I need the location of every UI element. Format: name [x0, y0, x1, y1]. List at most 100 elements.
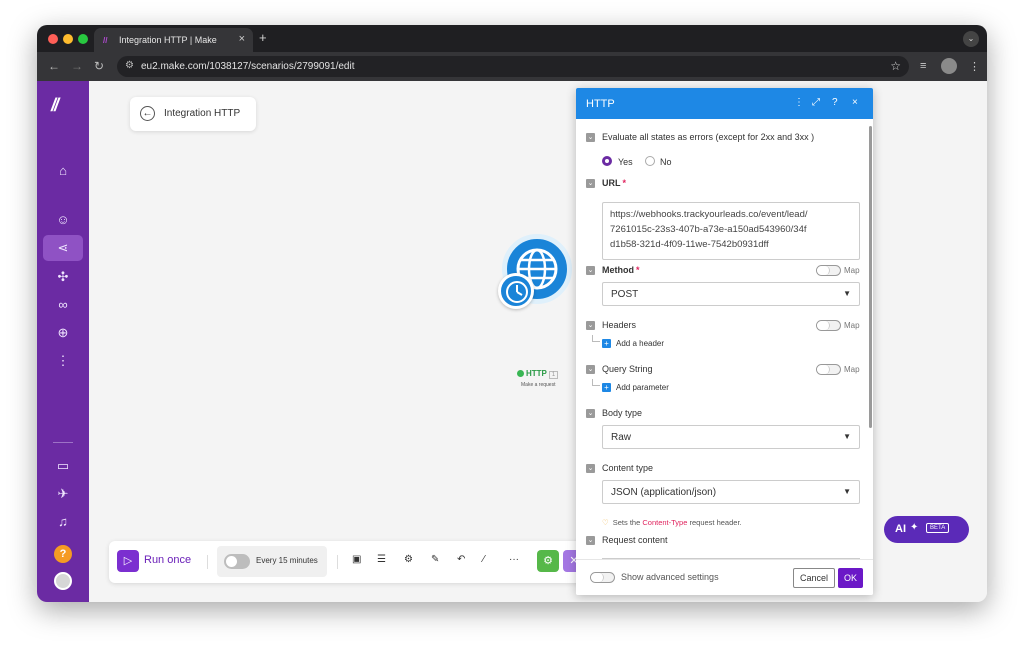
- content-type-collapse-icon[interactable]: ⌄: [586, 464, 595, 473]
- profile-avatar[interactable]: [941, 58, 957, 74]
- beta-badge: BETA: [926, 523, 950, 533]
- add-header-icon[interactable]: +: [602, 339, 611, 348]
- new-tab-button[interactable]: +: [259, 30, 267, 45]
- schedule-control[interactable]: Every 15 minutes: [217, 546, 327, 577]
- advanced-settings-label: Show advanced settings: [621, 572, 719, 582]
- team-icon[interactable]: ☺: [43, 207, 83, 233]
- evaluate-errors-label: Evaluate all states as errors (except fo…: [602, 132, 815, 142]
- url-input[interactable]: https://webhooks.trackyourleads.co/event…: [602, 202, 860, 260]
- minimize-window-button[interactable]: [63, 34, 73, 44]
- auto-align-icon[interactable]: ⁄: [483, 554, 485, 565]
- add-parameter-button[interactable]: Add parameter: [616, 383, 669, 392]
- close-panel-icon[interactable]: ×: [852, 97, 858, 108]
- browser-menu-icon[interactable]: ⋮: [969, 60, 980, 73]
- docs-icon[interactable]: ▭: [43, 453, 83, 479]
- maximize-window-button[interactable]: [78, 34, 88, 44]
- method-collapse-icon[interactable]: ⌄: [586, 266, 595, 275]
- panel-menu-icon[interactable]: ⋮: [794, 97, 804, 108]
- module-subtitle: Make a request: [521, 382, 556, 388]
- headers-map-toggle[interactable]: [816, 320, 841, 331]
- expand-icon[interactable]: ⤢: [812, 97, 820, 108]
- headers-collapse-icon[interactable]: ⌄: [586, 321, 595, 330]
- back-arrow-icon[interactable]: ←: [140, 106, 155, 121]
- http-settings-panel: HTTP ⋮ ⤢ ? × ⌄ Evaluate all states as er…: [576, 88, 873, 595]
- content-type-select[interactable]: JSON (application/json) ▼: [602, 480, 860, 504]
- site-settings-icon[interactable]: ⚙: [125, 60, 134, 71]
- save-icon[interactable]: ▣: [352, 554, 361, 565]
- bookmark-star-icon[interactable]: ☆: [890, 59, 901, 73]
- make-favicon-icon: //: [103, 36, 108, 45]
- no-radio[interactable]: [645, 156, 655, 166]
- query-map-label: Map: [844, 365, 860, 374]
- reading-list-icon[interactable]: ≡: [920, 60, 926, 72]
- ai-assistant-button[interactable]: AI ✦ BETA: [884, 516, 969, 543]
- module-name: HTTP: [526, 369, 547, 378]
- clock-icon: [506, 281, 528, 303]
- webhooks-icon[interactable]: ⊕: [43, 320, 83, 346]
- help-button[interactable]: ?: [54, 545, 72, 563]
- tab-search-icon[interactable]: ⌄: [963, 31, 979, 47]
- url-field[interactable]: ⚙ eu2.make.com/1038127/scenarios/2799091…: [117, 56, 909, 77]
- headers-map-label: Map: [844, 321, 860, 330]
- evaluate-collapse-icon[interactable]: ⌄: [586, 133, 595, 142]
- panel-scrollbar[interactable]: [869, 126, 872, 428]
- browser-tab[interactable]: // Integration HTTP | Make ×: [94, 28, 253, 52]
- toolbar-divider: [207, 555, 208, 569]
- add-header-button[interactable]: Add a header: [616, 339, 664, 348]
- sidebar-divider: [53, 442, 73, 443]
- more-options-icon[interactable]: ···: [509, 554, 519, 565]
- method-map-toggle[interactable]: [816, 265, 841, 276]
- back-icon[interactable]: ←: [48, 59, 60, 73]
- yes-radio[interactable]: [602, 156, 612, 166]
- user-avatar[interactable]: [54, 572, 72, 590]
- module-status-icon: [517, 370, 524, 377]
- url-line: d1b58-321d-4f09-11we-7542b0931dff: [610, 239, 769, 250]
- run-once-label[interactable]: Run once: [144, 554, 191, 566]
- notes-table-icon[interactable]: ☰: [377, 554, 386, 565]
- request-content-collapse-icon[interactable]: ⌄: [586, 536, 595, 545]
- schedule-clock-icon[interactable]: [498, 273, 534, 309]
- tools-button[interactable]: ⚙: [537, 550, 559, 572]
- run-once-button[interactable]: ▷: [117, 550, 139, 572]
- settings-gear-icon[interactable]: ⚙: [404, 554, 413, 565]
- address-bar: ← → ↻ ⚙ eu2.make.com/1038127/scenarios/2…: [37, 52, 987, 81]
- connections-icon[interactable]: ∞: [43, 292, 83, 318]
- home-icon[interactable]: ⌂: [43, 158, 83, 184]
- note-icon[interactable]: ✎: [431, 554, 439, 565]
- browser-titlebar: // Integration HTTP | Make × + ⌄: [37, 25, 987, 52]
- no-label: No: [660, 157, 672, 167]
- ok-button[interactable]: OK: [838, 568, 863, 588]
- close-window-button[interactable]: [48, 34, 58, 44]
- make-logo[interactable]: //: [51, 95, 59, 116]
- method-select[interactable]: POST ▼: [602, 282, 860, 306]
- forward-icon[interactable]: →: [71, 59, 83, 73]
- sparkle-icon: ✦: [910, 522, 919, 533]
- launch-icon[interactable]: ✈: [43, 481, 83, 507]
- add-parameter-icon[interactable]: +: [602, 383, 611, 392]
- scenarios-icon[interactable]: ⋖: [43, 235, 83, 261]
- method-label: Method *: [602, 265, 640, 275]
- request-content-label: Request content: [602, 535, 668, 545]
- url-text: eu2.make.com/1038127/scenarios/2799091/e…: [141, 61, 355, 72]
- undo-icon[interactable]: ↶: [457, 554, 465, 565]
- query-map-toggle[interactable]: [816, 364, 841, 375]
- more-icon[interactable]: ⋮: [43, 348, 83, 374]
- scenario-toolbar: ▷ Run once Every 15 minutes ▣ ☰ ⚙ ✎ ↶ ⁄ …: [109, 541, 593, 583]
- close-tab-icon[interactable]: ×: [239, 33, 245, 45]
- body-type-collapse-icon[interactable]: ⌄: [586, 409, 595, 418]
- query-collapse-icon[interactable]: ⌄: [586, 365, 595, 374]
- apps-icon[interactable]: ✣: [43, 264, 83, 290]
- advanced-settings-toggle[interactable]: [590, 572, 615, 583]
- cancel-button[interactable]: Cancel: [793, 568, 835, 588]
- body-type-select[interactable]: Raw ▼: [602, 425, 860, 449]
- reload-icon[interactable]: ↻: [94, 59, 104, 73]
- help-icon[interactable]: ?: [832, 97, 838, 108]
- url-line: https://webhooks.trackyourleads.co/event…: [610, 209, 808, 220]
- scenario-canvas[interactable]: ← Integration HTTP HTTP1 Make a request: [89, 81, 987, 602]
- url-collapse-icon[interactable]: ⌄: [586, 179, 595, 188]
- content-type-hint: ♡ Sets the Content-Type request header.: [602, 518, 742, 527]
- notifications-icon[interactable]: ♫: [43, 509, 83, 535]
- scenario-back-card[interactable]: ← Integration HTTP: [130, 97, 256, 131]
- schedule-toggle[interactable]: [224, 554, 250, 569]
- chevron-down-icon: ▼: [843, 487, 851, 496]
